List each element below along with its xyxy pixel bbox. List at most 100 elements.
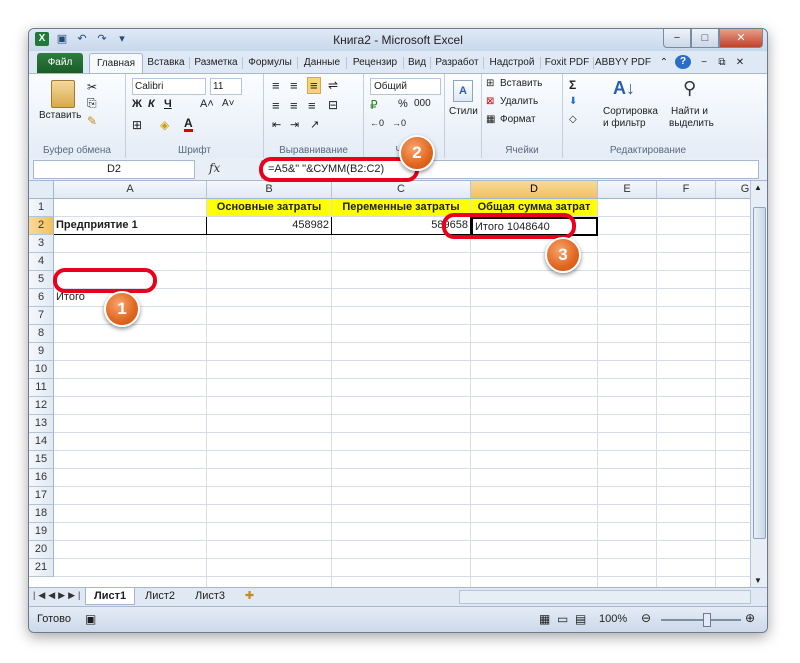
copy-icon[interactable]: ⎘ xyxy=(87,96,97,111)
italic-button[interactable]: К xyxy=(148,98,155,110)
row-header-21[interactable]: 21 xyxy=(29,559,54,577)
number-format-select[interactable]: Общий xyxy=(370,78,441,95)
tab-insert[interactable]: Вставка xyxy=(143,53,189,73)
column-header-e[interactable]: E xyxy=(598,181,657,199)
doc-close-icon[interactable]: ✕ xyxy=(733,53,747,73)
tab-addins[interactable]: Надстрой xyxy=(485,53,539,73)
align-bottom-icon[interactable]: ≡ xyxy=(307,77,321,94)
sheet-tab-3[interactable]: Лист3 xyxy=(187,588,233,604)
percent-button[interactable]: % xyxy=(398,98,408,110)
row-header-15[interactable]: 15 xyxy=(29,451,54,469)
row-header-10[interactable]: 10 xyxy=(29,361,54,379)
column-header-g[interactable]: G xyxy=(716,181,751,199)
row-header-14[interactable]: 14 xyxy=(29,433,54,451)
help-icon[interactable]: ? xyxy=(675,55,691,69)
macro-record-icon[interactable]: ▣ xyxy=(85,612,96,626)
tab-view[interactable]: Вид xyxy=(405,53,429,73)
underline-button[interactable]: Ч xyxy=(164,98,172,110)
row-header-1[interactable]: 1 xyxy=(29,199,54,217)
row-header-18[interactable]: 18 xyxy=(29,505,54,523)
insert-function-icon[interactable]: fx xyxy=(209,161,220,175)
vertical-scrollbar[interactable]: ▲ ▼ xyxy=(750,181,767,587)
cell-a2[interactable]: Предприятие 1 xyxy=(54,217,207,235)
merge-center-icon[interactable]: ⊟ xyxy=(328,98,338,112)
decrease-decimal-icon[interactable]: →0 xyxy=(392,118,406,128)
format-painter-icon[interactable]: ✎ xyxy=(87,114,97,128)
tab-foxit-pdf[interactable]: Foxit PDF xyxy=(542,53,592,73)
font-color-icon[interactable]: A xyxy=(184,117,193,132)
scroll-down-icon[interactable]: ▼ xyxy=(754,576,762,585)
delete-cells-button[interactable]: Удалить xyxy=(500,96,538,107)
row-header-16[interactable]: 16 xyxy=(29,469,54,487)
align-left-icon[interactable]: ≡ xyxy=(272,98,280,113)
zoom-level[interactable]: 100% xyxy=(599,613,627,625)
column-header-a[interactable]: A xyxy=(54,181,207,199)
row-header-3[interactable]: 3 xyxy=(29,235,54,253)
doc-minimize-icon[interactable]: − xyxy=(697,53,711,73)
vertical-scroll-thumb[interactable] xyxy=(753,207,766,539)
tab-formulas[interactable]: Формулы xyxy=(244,53,296,73)
fill-icon[interactable]: ⬇ xyxy=(569,96,577,107)
row-header-12[interactable]: 12 xyxy=(29,397,54,415)
row-header-5[interactable]: 5 xyxy=(29,271,54,289)
new-sheet-icon[interactable]: ✚ xyxy=(237,588,262,604)
column-header-c[interactable]: C xyxy=(332,181,471,199)
row-header-4[interactable]: 4 xyxy=(29,253,54,271)
cut-icon[interactable]: ✂ xyxy=(87,80,97,94)
thousands-button[interactable]: 000 xyxy=(414,98,431,109)
sheet-nav-icons[interactable]: |◀◀▶▶| xyxy=(33,590,83,601)
view-page-layout-icon[interactable]: ▭ xyxy=(557,612,568,626)
column-header-d[interactable]: D xyxy=(471,181,598,199)
sheet-tab-2[interactable]: Лист2 xyxy=(137,588,183,604)
find-select-label-1[interactable]: Найти и xyxy=(671,106,708,117)
paste-button[interactable]: Вставить xyxy=(39,110,81,121)
align-right-icon[interactable]: ≡ xyxy=(308,98,316,113)
currency-icon[interactable]: ₽ xyxy=(370,98,378,112)
row-header-7[interactable]: 7 xyxy=(29,307,54,325)
wrap-text-icon[interactable]: ⇌ xyxy=(328,78,338,92)
horizontal-scrollbar[interactable] xyxy=(459,590,751,604)
find-select-label-2[interactable]: выделить xyxy=(669,118,714,129)
doc-restore-icon[interactable]: ⧉ xyxy=(715,53,729,73)
align-middle-icon[interactable]: ≡ xyxy=(290,78,298,93)
font-size-select[interactable]: 11 xyxy=(210,78,242,95)
row-header-6[interactable]: 6 xyxy=(29,289,54,307)
close-button[interactable]: ✕ xyxy=(719,29,763,48)
insert-cells-button[interactable]: Вставить xyxy=(500,78,542,89)
fill-color-icon[interactable]: ◈ xyxy=(160,118,169,132)
row-header-20[interactable]: 20 xyxy=(29,541,54,559)
minimize-ribbon-icon[interactable]: ⌃ xyxy=(657,53,671,73)
increase-indent-icon[interactable]: ⇥ xyxy=(290,118,299,131)
column-header-f[interactable]: F xyxy=(657,181,716,199)
orientation-icon[interactable]: ↗ xyxy=(310,118,319,131)
borders-icon[interactable]: ⊞ xyxy=(132,118,142,132)
cell-b2[interactable]: 458982 xyxy=(207,217,332,235)
find-select-icon[interactable]: ⚲ xyxy=(683,78,696,99)
delete-cells-icon[interactable]: ⊠ xyxy=(486,96,494,107)
tab-review[interactable]: Рецензир xyxy=(348,53,402,73)
styles-button[interactable]: Стили xyxy=(449,106,478,117)
scroll-up-icon[interactable]: ▲ xyxy=(754,183,762,192)
bold-button[interactable]: Ж xyxy=(132,98,142,110)
restore-button[interactable]: □ xyxy=(691,29,719,48)
clear-icon[interactable]: ◇ xyxy=(569,114,577,125)
row-header-11[interactable]: 11 xyxy=(29,379,54,397)
sort-filter-label-1[interactable]: Сортировка xyxy=(603,106,658,117)
row-header-8[interactable]: 8 xyxy=(29,325,54,343)
insert-cells-icon[interactable]: ⊞ xyxy=(486,78,494,89)
row-header-13[interactable]: 13 xyxy=(29,415,54,433)
view-page-break-icon[interactable]: ▤ xyxy=(575,612,586,626)
column-header-b[interactable]: B xyxy=(207,181,332,199)
tab-developer[interactable]: Разработ xyxy=(432,53,482,73)
zoom-slider-thumb[interactable] xyxy=(703,613,711,627)
increase-decimal-icon[interactable]: ←0 xyxy=(370,118,384,128)
row-header-19[interactable]: 19 xyxy=(29,523,54,541)
format-cells-button[interactable]: Формат xyxy=(500,114,536,125)
font-name-select[interactable]: Calibri xyxy=(132,78,206,95)
minimize-button[interactable]: − xyxy=(663,29,691,48)
grow-font-button[interactable]: A˄ xyxy=(200,98,214,110)
row-header-17[interactable]: 17 xyxy=(29,487,54,505)
row-header-9[interactable]: 9 xyxy=(29,343,54,361)
cell-b1[interactable]: Основные затраты xyxy=(207,199,332,217)
sort-filter-icon[interactable]: A↓ xyxy=(613,78,635,99)
